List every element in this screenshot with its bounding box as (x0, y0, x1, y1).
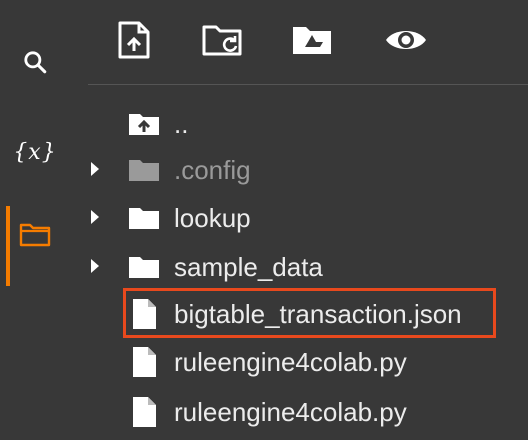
chevron-right-icon[interactable] (88, 208, 102, 226)
file-name: ruleengine4colab.py (174, 347, 407, 377)
folder-icon (19, 221, 51, 252)
mount-drive-button[interactable] (288, 18, 336, 66)
folder-icon (126, 251, 162, 283)
folder-icon (126, 202, 162, 234)
highlight-box (123, 288, 496, 338)
folder-icon (126, 154, 162, 186)
toggle-hidden-button[interactable] (382, 18, 430, 66)
file-name: .config (174, 155, 251, 185)
refresh-folder-icon (201, 23, 243, 62)
search-button[interactable] (0, 34, 70, 94)
upload-button[interactable] (110, 18, 158, 66)
chevron-right-icon[interactable] (88, 160, 102, 178)
left-rail: {x} (0, 0, 70, 440)
file-name: ruleengine4colab.py (174, 397, 407, 427)
file-row-ruleengine4colab[interactable]: ruleengine4colab.py (80, 388, 520, 436)
file-icon (126, 346, 162, 378)
variables-icon: {x} (13, 139, 57, 165)
folder-row-config[interactable]: .config (80, 146, 520, 194)
upload-file-icon (117, 21, 151, 64)
folder-row-lookup[interactable]: lookup (80, 194, 520, 242)
parent-dir-label: .. (174, 109, 189, 139)
file-name: sample_data (174, 252, 323, 282)
file-icon (126, 396, 162, 428)
files-button[interactable] (0, 206, 70, 286)
chevron-right-icon[interactable] (88, 257, 102, 275)
file-toolbar (88, 0, 528, 85)
folder-row-sample-data[interactable]: sample_data (80, 243, 520, 291)
search-icon (22, 49, 48, 80)
eye-icon (384, 25, 428, 60)
folder-up-icon (126, 108, 162, 140)
file-name: lookup (174, 203, 251, 233)
variables-button[interactable]: {x} (0, 122, 70, 182)
refresh-button[interactable] (198, 18, 246, 66)
parent-dir-row[interactable]: .. (80, 100, 520, 148)
mount-drive-icon (291, 24, 333, 61)
file-row-ruleengine4colab[interactable]: ruleengine4colab.py (80, 338, 520, 386)
